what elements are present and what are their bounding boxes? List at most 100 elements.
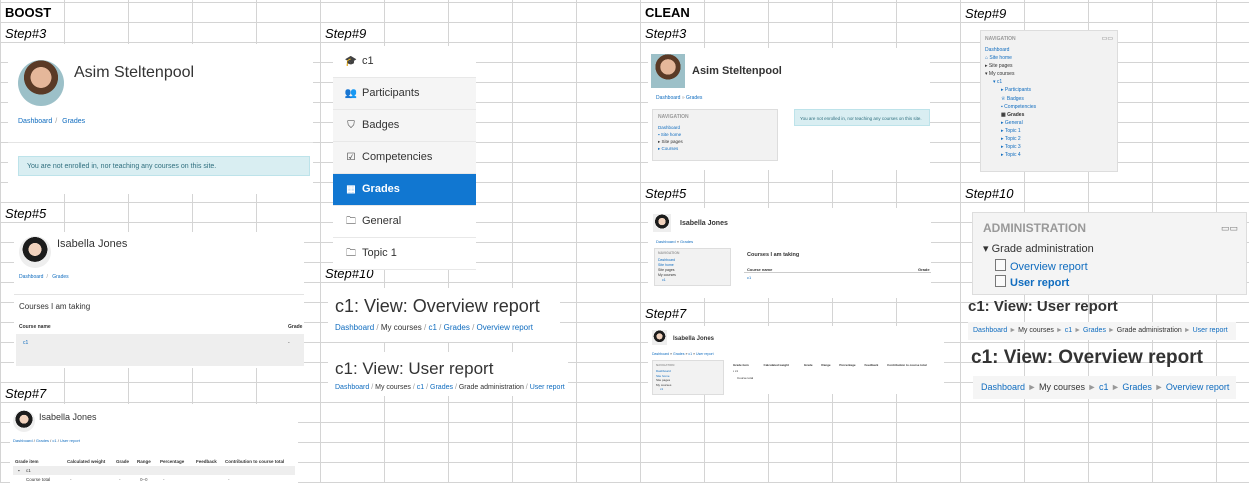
- boost-step9-nav: 🎓 c1 👥 Participants ⛉ Badges ☑ Competencies …: [333, 46, 476, 270]
- nav-general[interactable]: ▸ General: [985, 119, 1036, 127]
- course-link[interactable]: c1: [23, 340, 28, 346]
- breadcrumb-dashboard[interactable]: Dashboard: [656, 95, 680, 101]
- breadcrumb-grades[interactable]: Grades: [680, 239, 693, 244]
- breadcrumb-grade-administration[interactable]: Grade administration: [459, 384, 524, 391]
- breadcrumb-dashboard[interactable]: Dashboard: [13, 438, 33, 443]
- breadcrumb-c1[interactable]: c1: [1065, 327, 1072, 334]
- nav-topic-3[interactable]: ▸ Topic 3: [985, 143, 1036, 151]
- folder-icon: ▪: [18, 468, 20, 473]
- breadcrumb-c1[interactable]: c1: [1099, 382, 1109, 392]
- breadcrumb-dashboard[interactable]: Dashboard: [19, 274, 43, 280]
- nav-list: Dashboard Site home Site pages My course…: [658, 258, 676, 283]
- breadcrumb-my-courses[interactable]: My courses: [1039, 382, 1085, 392]
- nav-site-pages[interactable]: ▸ Site pages: [985, 62, 1036, 70]
- nav-competencies[interactable]: ▪ Competencies: [985, 103, 1036, 111]
- avatar: [651, 54, 685, 88]
- breadcrumb-c1[interactable]: c1: [52, 438, 56, 443]
- nav-label: My courses: [988, 71, 1015, 78]
- breadcrumb-dashboard[interactable]: Dashboard: [18, 118, 52, 125]
- breadcrumb-c1[interactable]: c1: [417, 384, 424, 391]
- breadcrumb-c1[interactable]: c1: [428, 323, 436, 332]
- breadcrumb-user-report[interactable]: User report: [530, 384, 565, 391]
- course-link[interactable]: c1: [747, 275, 751, 280]
- overview-report-link[interactable]: Overview report: [995, 259, 1088, 273]
- breadcrumb-grade-administration[interactable]: Grade administration: [1117, 327, 1182, 334]
- nav-item-badges[interactable]: ⛉ Badges: [333, 110, 476, 142]
- breadcrumb-dashboard[interactable]: Dashboard: [981, 382, 1025, 392]
- nav-c1[interactable]: c1: [658, 278, 676, 283]
- col-grade: Grade: [803, 363, 813, 367]
- breadcrumb-dashboard[interactable]: Dashboard: [652, 352, 669, 356]
- administration-block: ADMINISTRATION ▭▭ ▾ Grade administration…: [972, 212, 1247, 295]
- nav-dashboard[interactable]: Dashboard: [985, 46, 1036, 54]
- check-square-icon: ☑: [346, 152, 356, 163]
- nav-badges[interactable]: ♕ Badges: [985, 95, 1036, 103]
- course-total-label: Course total: [26, 477, 51, 482]
- nav-site-pages[interactable]: ▸ Site pages: [658, 138, 683, 145]
- breadcrumb-dashboard[interactable]: Dashboard: [973, 327, 1007, 334]
- nav-grades[interactable]: ▦ Grades: [985, 111, 1036, 119]
- nav-c1[interactable]: c1: [656, 387, 671, 392]
- breadcrumb-user-report[interactable]: User report: [696, 352, 714, 356]
- nav-label: General: [362, 215, 402, 227]
- nav-dashboard[interactable]: Dashboard: [656, 369, 671, 374]
- grade-administration-node[interactable]: ▾ Grade administration: [983, 242, 1094, 255]
- overview-report-title: c1: View: Overview report: [971, 347, 1203, 368]
- breadcrumb-my-courses[interactable]: My courses: [381, 323, 422, 332]
- breadcrumb-grades[interactable]: Grades: [686, 95, 702, 101]
- nav-my-courses[interactable]: My courses: [658, 273, 676, 278]
- nav-c1[interactable]: ▾ c1: [985, 78, 1036, 86]
- nav-item-competencies[interactable]: ☑ Competencies: [333, 142, 476, 174]
- breadcrumb: Dashboard » Grades: [656, 95, 703, 101]
- nav-item-grades[interactable]: ▦ Grades: [333, 174, 476, 206]
- nav-site-pages[interactable]: Site pages: [656, 378, 671, 383]
- breadcrumb-user-report[interactable]: User report: [1193, 327, 1228, 334]
- caret-right-icon: ▸: [1001, 119, 1004, 126]
- caret-down-icon: ▾: [985, 71, 988, 78]
- breadcrumb-my-courses[interactable]: My courses: [1018, 327, 1054, 334]
- nav-label: c1: [996, 79, 1003, 86]
- user-report-breadcrumb: Dashboard ► My courses ► c1 ► Grades ► G…: [968, 322, 1236, 340]
- breadcrumb-dashboard[interactable]: Dashboard: [335, 384, 369, 391]
- block-title: ADMINISTRATION: [983, 221, 1087, 235]
- breadcrumb-user-report[interactable]: User report: [60, 438, 80, 443]
- breadcrumb-grades[interactable]: Grades: [1122, 382, 1152, 392]
- breadcrumb-my-courses[interactable]: My courses: [375, 384, 411, 391]
- nav-my-courses[interactable]: ▾ My courses: [985, 70, 1036, 78]
- breadcrumb-grades[interactable]: Grades: [1083, 327, 1106, 334]
- nav-my-courses[interactable]: My courses: [656, 383, 671, 388]
- folder-icon: 🗀: [346, 216, 356, 227]
- block-controls-icon[interactable]: ▭▭: [1221, 223, 1238, 234]
- nav-item-general[interactable]: 🗀 General: [333, 206, 476, 238]
- breadcrumb-grades[interactable]: Grades: [430, 384, 453, 391]
- user-name: Asim Steltenpool: [692, 65, 782, 77]
- breadcrumb-grades[interactable]: Grades: [62, 118, 85, 125]
- link-label: Overview report: [1010, 261, 1088, 273]
- nav-topic-2[interactable]: ▸ Topic 2: [985, 135, 1036, 143]
- block-controls-icon[interactable]: ▭▭: [1102, 35, 1113, 42]
- caret-right-icon: ▸: [1001, 152, 1004, 159]
- nav-participants[interactable]: ▸ Participants: [985, 86, 1036, 94]
- nav-item-participants[interactable]: 👥 Participants: [333, 78, 476, 110]
- breadcrumb-overview-report[interactable]: Overview report: [477, 323, 533, 332]
- breadcrumb-c1[interactable]: c1: [688, 352, 692, 356]
- breadcrumb: Dashboard / My courses / c1 / Grades / O…: [335, 323, 534, 332]
- nav-courses[interactable]: ▸ Courses: [658, 145, 683, 152]
- nav-topic-1[interactable]: ▸ Topic 1: [985, 127, 1036, 135]
- nav-item-topic-1[interactable]: 🗀 Topic 1: [333, 238, 476, 270]
- breadcrumb-grades[interactable]: Grades: [36, 438, 49, 443]
- breadcrumb-grades[interactable]: Grades: [673, 352, 684, 356]
- breadcrumb-dashboard[interactable]: Dashboard: [335, 323, 374, 332]
- nav-site-home[interactable]: ⌂ Site home: [985, 54, 1036, 62]
- breadcrumb-overview-report[interactable]: Overview report: [1166, 382, 1230, 392]
- nav-dashboard[interactable]: Dashboard: [658, 124, 683, 131]
- column-grade: Grade: [288, 324, 303, 330]
- nav-item-c1[interactable]: 🎓 c1: [333, 46, 476, 78]
- nav-site-home[interactable]: ▪ Site home: [658, 131, 683, 138]
- nav-topic-4[interactable]: ▸ Topic 4: [985, 151, 1036, 159]
- breadcrumb-grades[interactable]: Grades: [444, 323, 470, 332]
- user-report-link[interactable]: User report: [995, 275, 1069, 289]
- breadcrumb-grades[interactable]: Grades: [52, 274, 68, 280]
- boost-user-report-screenshot: c1: View: User report Dashboard / My cou…: [328, 352, 568, 396]
- breadcrumb-dashboard[interactable]: Dashboard: [656, 239, 676, 244]
